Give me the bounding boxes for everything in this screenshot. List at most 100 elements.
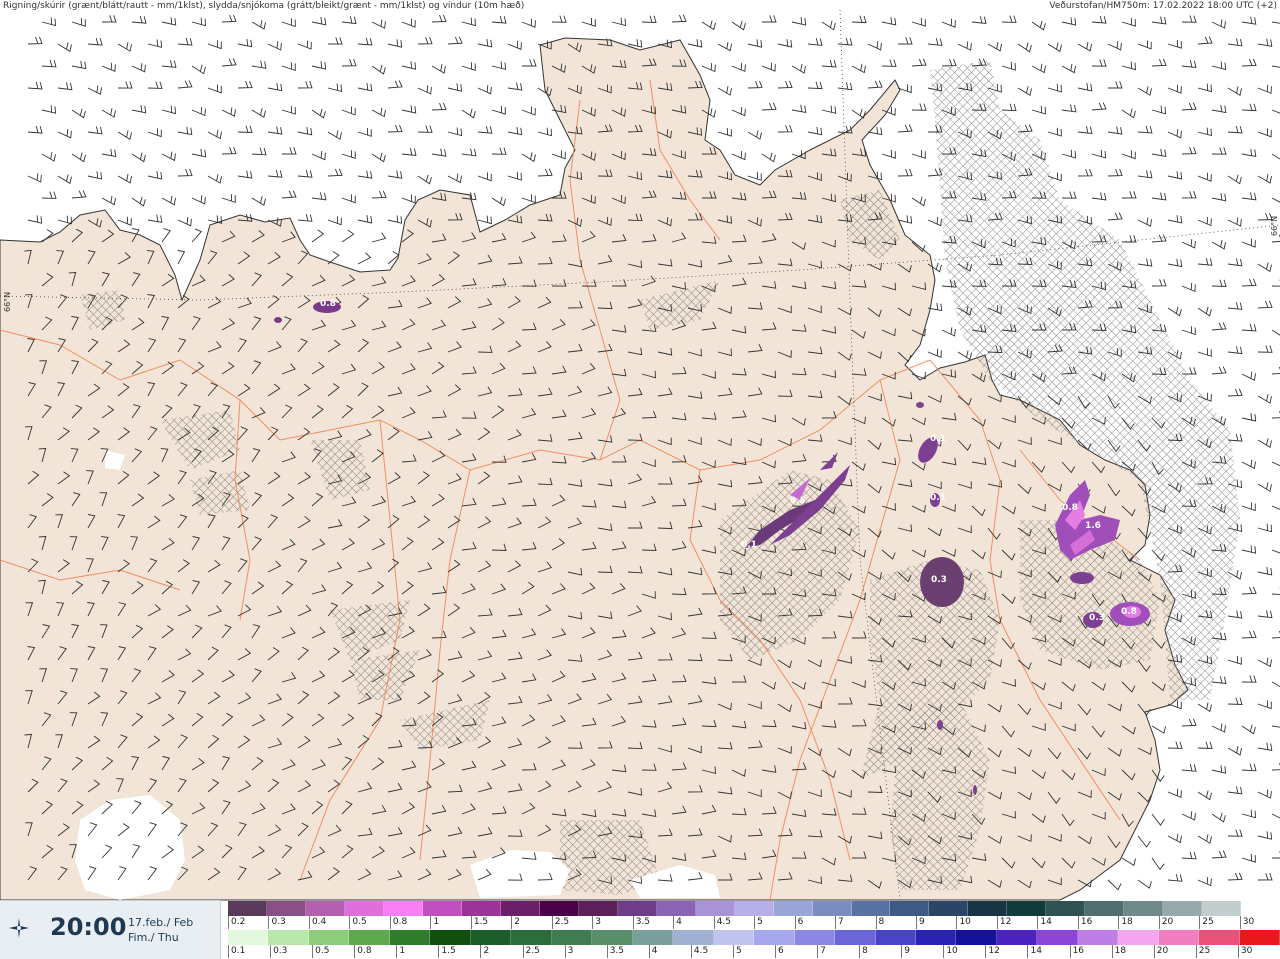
legend-label-snow: 7: [835, 916, 875, 929]
legend-label-rain: 14: [1027, 945, 1069, 958]
precip-label: 0.1: [930, 493, 946, 503]
legend-label-snow: 1: [430, 916, 470, 929]
legend-label-rain: 6: [775, 945, 817, 958]
legend-swatch-snow: [1046, 901, 1086, 916]
legend-swatch-snow: [1007, 901, 1047, 916]
legend-label-rain: 18: [1111, 945, 1154, 958]
legend-swatch-snow: [228, 901, 267, 916]
legend-swatch-snow: [968, 901, 1008, 916]
model-run-info: Veðurstofan/HM750m: 17.02.2022 18:00 UTC…: [1049, 1, 1277, 11]
lat-label-right: 66°N: [1270, 215, 1279, 236]
legend-swatch-snow: [305, 901, 345, 916]
legend-swatch-snow: [1163, 901, 1203, 916]
legend-swatch-snow: [1241, 901, 1280, 916]
legend-swatch-rain: [389, 930, 431, 945]
legend-label-rain: 0.5: [312, 945, 354, 958]
legend-label-rain: 5: [732, 945, 775, 958]
legend-label-snow: 5: [754, 916, 794, 929]
legend-swatch-rain: [956, 930, 997, 945]
legend-swatch-rain: [551, 930, 593, 945]
precip-label: 0.1: [930, 434, 946, 444]
legend-label-snow: 2: [511, 916, 551, 929]
legend-swatch-snow: [344, 901, 384, 916]
legend-label-snow: 3: [592, 916, 632, 929]
legend-swatch-snow: [695, 901, 735, 916]
legend-label-snow: 0.5: [349, 916, 389, 929]
precip-label: 0.8: [1121, 607, 1137, 617]
legend-swatch-rain: [996, 930, 1038, 945]
legend-swatch-snow: [578, 901, 618, 916]
precip-label: 0.3: [1089, 613, 1105, 623]
legend-label-rain: 3: [564, 945, 607, 958]
legend-label-snow: 6: [794, 916, 835, 929]
legend-swatch-rain: [713, 930, 755, 945]
legend-swatch-rain: [1158, 930, 1200, 945]
precip-label: 0.3: [931, 575, 947, 585]
legend-label-rain: 12: [985, 945, 1027, 958]
lat-label-left: 66°N: [3, 291, 12, 312]
legend-label-snow: 4: [673, 916, 713, 929]
legend-label-snow: 25: [1199, 916, 1239, 929]
legend-swatch-snow: [266, 901, 306, 916]
legend-swatch-rain: [915, 930, 957, 945]
legend-swatch-snow: [656, 901, 696, 916]
legend-swatch-rain: [470, 930, 512, 945]
forecast-date: 17.feb./ Feb: [128, 916, 194, 929]
legend-label-rain: 7: [817, 945, 859, 958]
legend-label-rain: 3.5: [606, 945, 649, 958]
legend-labels: 0.1 0.3 0.5 0.8 1 1.5 2 2.5 3 3.5 4 4.5 5 6 7 8 9 10 12 14 1…: [228, 945, 1280, 958]
legend-swatch-rain: [228, 930, 269, 945]
legend-rain: 0.1 0.3 0.5 0.8 1 1.5 2 2.5 3 3.5 4 4.5 5 6 7 8 9 10 12 14 1…: [228, 930, 1280, 958]
legend-label-snow: 0.2: [228, 916, 268, 929]
legend-label-rain: 1: [396, 945, 438, 958]
legend-swatch-rain: [592, 930, 633, 945]
legend-swatch-snow: [929, 901, 969, 916]
legend-label-rain: 0.8: [354, 945, 396, 958]
legend-label-rain: 8: [859, 945, 901, 958]
legend-label-rain: 9: [901, 945, 943, 958]
forecast-weekday: Fim./ Thu: [128, 931, 179, 944]
legend-label-rain: 4.5: [690, 945, 733, 958]
legend-label-rain: 0.3: [270, 945, 312, 958]
legend-swatches: [228, 930, 1280, 945]
legend-swatch-rain: [308, 930, 350, 945]
legend-label-rain: 1.5: [438, 945, 480, 958]
legend-swatch-rain: [349, 930, 390, 945]
legend-label-snow: 0.4: [308, 916, 349, 929]
legend-swatch-rain: [1118, 930, 1159, 945]
legend-swatch-snow: [1202, 901, 1242, 916]
precip-label: 0.1: [741, 540, 757, 550]
precip-label: 0.5: [790, 496, 806, 506]
legend-swatch-snow: [1124, 901, 1164, 916]
legend-label-rain: 4: [648, 945, 691, 958]
legend-swatch-rain: [1239, 930, 1280, 945]
legend-label-snow: 3.5: [632, 916, 673, 929]
legend-label-snow: 30: [1239, 916, 1280, 929]
legend-swatch-snow: [539, 901, 579, 916]
legend-label-snow: 18: [1118, 916, 1158, 929]
legend-swatch-snow: [1085, 901, 1125, 916]
legend-swatch-rain: [754, 930, 795, 945]
legend-swatch-snow: [383, 901, 423, 916]
legend-label-rain: 16: [1069, 945, 1112, 958]
legend-swatch-rain: [430, 930, 471, 945]
legend-swatch-rain: [268, 930, 309, 945]
legend-label-snow: 10: [956, 916, 996, 929]
legend-label-snow: 0.3: [268, 916, 308, 929]
legend-label-rain: 2: [480, 945, 522, 958]
legend-label-snow: 1.5: [470, 916, 511, 929]
legend-swatch-snow: [734, 901, 774, 916]
legend-snow-sleet: 0.2 0.3 0.4 0.5 0.8 1 1.5 2 2.5 3 3.5 4 4.5 5 6 7 8 9 10 12…: [228, 901, 1280, 929]
legend-label-rain: 10: [943, 945, 985, 958]
precip-label: 0.8: [320, 299, 336, 309]
map-title: Rigning/skúrir (grænt/blátt/rautt - mm/1…: [3, 1, 525, 11]
legend-label-snow: 4.5: [713, 916, 754, 929]
legend-label-rain: 2.5: [522, 945, 565, 958]
legend-swatch-rain: [632, 930, 674, 945]
legend-swatch-rain: [673, 930, 714, 945]
legend-swatch-snow: [500, 901, 540, 916]
legend-label-snow: 14: [1037, 916, 1077, 929]
legend-swatch-snow: [617, 901, 657, 916]
legend-label-snow: 16: [1077, 916, 1118, 929]
legend-swatch-snow: [812, 901, 852, 916]
